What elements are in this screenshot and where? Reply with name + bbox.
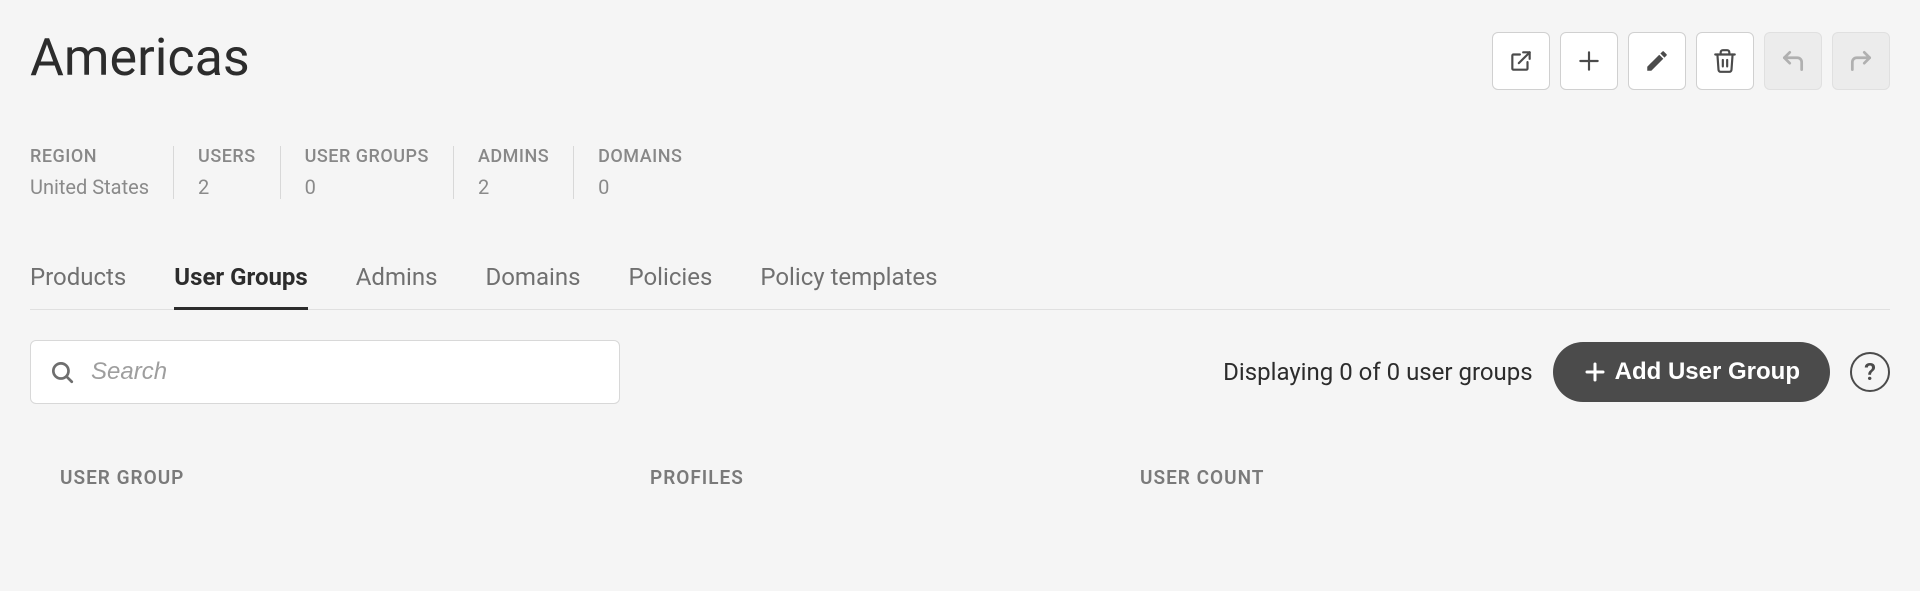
tab-products[interactable]: Products [30, 263, 126, 309]
tab-admins[interactable]: Admins [356, 263, 438, 309]
add-user-group-button[interactable]: Add User Group [1553, 342, 1830, 402]
add-user-group-label: Add User Group [1615, 358, 1800, 386]
stat-user-groups: USER GROUPS 0 [281, 146, 454, 199]
search-icon [49, 359, 75, 385]
help-icon: ? [1864, 358, 1876, 386]
tab-user-groups[interactable]: User Groups [174, 263, 307, 309]
column-user-count: USER COUNT [1140, 466, 1440, 489]
help-button[interactable]: ? [1850, 352, 1890, 392]
stat-label: USERS [198, 146, 256, 167]
stat-label: ADMINS [478, 146, 549, 167]
stat-label: USER GROUPS [305, 146, 429, 167]
action-bar [1492, 32, 1890, 90]
stat-label: DOMAINS [598, 146, 682, 167]
export-button[interactable] [1492, 32, 1550, 90]
stat-users: USERS 2 [174, 146, 281, 199]
tab-policies[interactable]: Policies [629, 263, 713, 309]
table-header: USER GROUP PROFILES USER COUNT [30, 466, 1890, 489]
page-title: Americas [30, 28, 250, 88]
stat-value: 2 [478, 175, 549, 199]
stat-domains: DOMAINS 0 [574, 146, 706, 199]
search-input[interactable] [89, 357, 601, 387]
plus-icon [1576, 48, 1602, 74]
display-count-text: Displaying 0 of 0 user groups [1223, 358, 1533, 386]
column-profiles: PROFILES [650, 466, 1140, 489]
stat-label: REGION [30, 146, 149, 167]
controls-row: Displaying 0 of 0 user groups Add User G… [30, 340, 1890, 404]
column-user-group: USER GROUP [60, 466, 650, 489]
undo-icon [1780, 48, 1806, 74]
undo-button [1764, 32, 1822, 90]
plus-icon [1583, 360, 1607, 384]
redo-icon [1848, 48, 1874, 74]
stats-row: REGION United States USERS 2 USER GROUPS… [30, 146, 1890, 199]
edit-button[interactable] [1628, 32, 1686, 90]
tab-domains[interactable]: Domains [485, 263, 580, 309]
stat-value: 0 [305, 175, 429, 199]
header-row: Americas [30, 28, 1890, 90]
tabs: Products User Groups Admins Domains Poli… [30, 263, 1890, 310]
redo-button [1832, 32, 1890, 90]
delete-button[interactable] [1696, 32, 1754, 90]
search-field[interactable] [30, 340, 620, 404]
stat-value: 0 [598, 175, 682, 199]
stat-value: 2 [198, 175, 256, 199]
stat-value: United States [30, 175, 149, 199]
export-icon [1508, 48, 1534, 74]
page-root: Americas [0, 0, 1920, 529]
pencil-icon [1644, 48, 1670, 74]
add-button[interactable] [1560, 32, 1618, 90]
trash-icon [1712, 48, 1738, 74]
stat-region: REGION United States [30, 146, 174, 199]
tab-policy-templates[interactable]: Policy templates [760, 263, 937, 309]
stat-admins: ADMINS 2 [454, 146, 574, 199]
